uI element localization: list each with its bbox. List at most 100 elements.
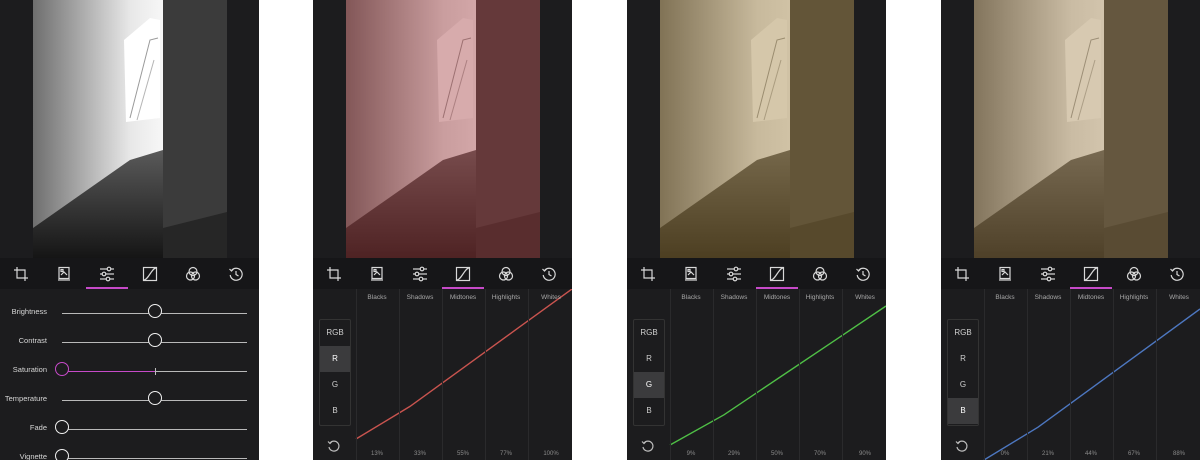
slider-label: Temperature bbox=[4, 394, 47, 403]
grid-line bbox=[356, 289, 357, 460]
adjust-panel: Brightness Contrast Saturation Temperature F… bbox=[0, 0, 259, 460]
presets-icon bbox=[685, 266, 697, 281]
color-mix-icon bbox=[1126, 266, 1142, 281]
color-mix-tool[interactable] bbox=[175, 258, 211, 289]
adjust-sliders-tool[interactable] bbox=[402, 258, 438, 289]
color-mix-tool[interactable] bbox=[1116, 258, 1152, 289]
history-tool[interactable] bbox=[218, 258, 254, 289]
history-icon bbox=[856, 267, 870, 281]
curves-icon bbox=[455, 266, 471, 281]
channel-button-b[interactable]: B bbox=[948, 398, 978, 424]
presets-tool[interactable] bbox=[673, 258, 709, 289]
crop-icon bbox=[327, 266, 341, 281]
color-mix-icon bbox=[498, 266, 514, 281]
channel-button-rgb[interactable]: RGB bbox=[320, 320, 350, 346]
adjust-sliders-tool[interactable] bbox=[716, 258, 752, 289]
slider-knob[interactable] bbox=[55, 449, 69, 460]
slider-row-brightness: Brightness bbox=[0, 299, 259, 329]
adjust-sliders: Brightness Contrast Saturation Temperature F… bbox=[0, 289, 259, 460]
reset-icon bbox=[641, 440, 654, 452]
crop-tool[interactable] bbox=[944, 258, 980, 289]
adjust-sliders-tool[interactable] bbox=[1030, 258, 1066, 289]
crop-tool[interactable] bbox=[316, 258, 352, 289]
channel-selector: RGB R G B bbox=[319, 319, 351, 426]
column-value: 50% bbox=[770, 451, 783, 457]
channel-button-g[interactable]: G bbox=[320, 372, 350, 398]
slider-track[interactable] bbox=[62, 458, 247, 459]
column-value: 67% bbox=[1127, 451, 1140, 457]
column-value: 55% bbox=[456, 451, 469, 457]
column-value: 0% bbox=[1000, 451, 1010, 457]
column-header: Whites bbox=[1169, 294, 1189, 301]
grid-line bbox=[399, 289, 400, 460]
photo-preview bbox=[313, 0, 572, 258]
column-value: 100% bbox=[543, 451, 559, 457]
column-value: 29% bbox=[727, 451, 740, 457]
slider-knob[interactable] bbox=[147, 304, 162, 318]
grid-line bbox=[1156, 289, 1157, 460]
room-photo bbox=[941, 0, 1200, 258]
color-mix-tool[interactable] bbox=[488, 258, 524, 289]
column-header: Shadows bbox=[1034, 294, 1062, 301]
presets-tool[interactable] bbox=[987, 258, 1023, 289]
grid-line bbox=[1113, 289, 1114, 460]
slider-label: Vignette bbox=[19, 452, 47, 460]
curves-tool[interactable] bbox=[442, 258, 484, 289]
slider-knob[interactable] bbox=[55, 362, 69, 376]
color-mix-icon bbox=[812, 266, 828, 281]
channel-button-b[interactable]: B bbox=[320, 398, 350, 424]
column-value: 77% bbox=[499, 451, 512, 457]
column-header: Midtones bbox=[449, 294, 477, 301]
channel-button-rgb[interactable]: RGB bbox=[948, 320, 978, 346]
color-mix-tool[interactable] bbox=[802, 258, 838, 289]
history-tool[interactable] bbox=[1159, 258, 1195, 289]
grid-line bbox=[485, 289, 486, 460]
history-tool[interactable] bbox=[531, 258, 567, 289]
channel-button-g[interactable]: G bbox=[948, 372, 978, 398]
slider-knob[interactable] bbox=[147, 333, 162, 347]
column-header: Whites bbox=[541, 294, 561, 301]
crop-tool[interactable] bbox=[630, 258, 666, 289]
column-header: Blacks bbox=[367, 294, 387, 301]
reset-icon bbox=[955, 440, 968, 452]
curves-editor: Blacks Shadows Midtones Highlights Whites 0% 2… bbox=[941, 289, 1200, 460]
channel-selector: RGB R G B bbox=[633, 319, 665, 426]
crop-tool[interactable] bbox=[3, 258, 39, 289]
reset-curve-button[interactable] bbox=[327, 439, 341, 453]
crop-icon bbox=[641, 266, 655, 281]
edit-toolbar bbox=[941, 258, 1200, 289]
presets-tool[interactable] bbox=[359, 258, 395, 289]
slider-track[interactable] bbox=[62, 429, 247, 430]
reset-curve-button[interactable] bbox=[955, 439, 969, 453]
column-header: Highlights bbox=[805, 294, 835, 301]
channel-button-r[interactable]: R bbox=[948, 346, 978, 372]
channel-button-b[interactable]: B bbox=[634, 398, 664, 424]
grid-line bbox=[756, 289, 757, 460]
crop-icon bbox=[955, 266, 969, 281]
curves-tool[interactable] bbox=[1070, 258, 1112, 289]
channel-button-g[interactable]: G bbox=[634, 372, 664, 398]
slider-label: Fade bbox=[29, 423, 47, 432]
room-photo bbox=[313, 0, 572, 258]
curves-tool[interactable] bbox=[756, 258, 798, 289]
column-value: 13% bbox=[370, 451, 383, 457]
adjust-sliders-icon bbox=[1041, 266, 1055, 281]
slider-knob[interactable] bbox=[147, 391, 162, 405]
channel-button-r[interactable]: R bbox=[320, 346, 350, 372]
edit-toolbar bbox=[0, 258, 259, 289]
grid-line bbox=[842, 289, 843, 460]
grid-line bbox=[713, 289, 714, 460]
slider-row-fade: Fade bbox=[0, 415, 259, 445]
history-tool[interactable] bbox=[845, 258, 881, 289]
room-photo bbox=[0, 0, 259, 258]
grid-line bbox=[984, 289, 985, 460]
slider-knob[interactable] bbox=[55, 420, 69, 434]
curves-editor: Blacks Shadows Midtones Highlights Whites 13%… bbox=[313, 289, 572, 460]
curves-tool[interactable] bbox=[132, 258, 168, 289]
presets-tool[interactable] bbox=[46, 258, 82, 289]
photo-preview bbox=[627, 0, 886, 258]
channel-button-r[interactable]: R bbox=[634, 346, 664, 372]
adjust-sliders-tool[interactable] bbox=[86, 258, 128, 289]
channel-button-rgb[interactable]: RGB bbox=[634, 320, 664, 346]
reset-curve-button[interactable] bbox=[641, 439, 655, 453]
